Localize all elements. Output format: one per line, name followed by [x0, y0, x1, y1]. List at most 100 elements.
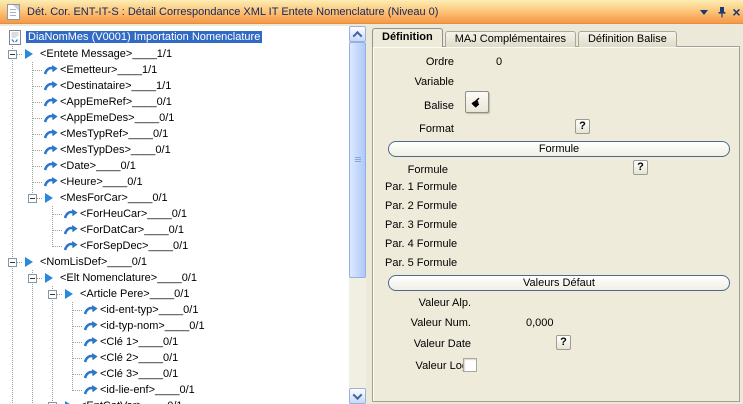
scroll-up-button[interactable] [349, 26, 366, 42]
tree-item-label: <MesTypDes>____0/1 [60, 144, 171, 156]
formule-param-label: Par. 5 Formule [385, 257, 457, 269]
tree-guide-line [12, 206, 13, 222]
chevron-up-icon [353, 30, 363, 40]
tree-scrollbar[interactable] [349, 26, 366, 404]
tab-definition[interactable]: Définition [372, 28, 443, 47]
tree-guide-line [73, 390, 83, 391]
tree-item[interactable]: <Heure>____0/1 [0, 174, 366, 190]
tree-item[interactable]: <id-ent-typ>____0/1 [0, 302, 366, 318]
tree-guide-line [32, 350, 33, 366]
scrollbar-grip-icon [355, 157, 361, 163]
tree-item[interactable]: <Date>____0/1 [0, 158, 366, 174]
node-arrow-icon [44, 176, 58, 188]
tree-item[interactable]: <Elt Nomenclature>____0/1 [0, 270, 366, 286]
tree-item-label: <Entete Message>____1/1 [40, 48, 172, 60]
tree-guide-line [12, 126, 13, 142]
node-arrow-icon [84, 336, 98, 348]
tree-guide-line [52, 334, 53, 350]
node-arrow-icon [44, 80, 58, 92]
tab-definition-balise[interactable]: Définition Balise [578, 31, 677, 47]
tree-item-label: <Clé 3>____0/1 [100, 368, 178, 380]
window-menu-button[interactable] [696, 5, 711, 19]
xml-structure-tree: DiaNomMes (V0001) Importation Nomenclatu… [0, 26, 366, 404]
tab-maj-complementaires[interactable]: MAJ Complémentaires [445, 31, 576, 47]
node-triangle-icon [65, 289, 73, 299]
scroll-down-button[interactable] [349, 388, 366, 404]
window-document-icon [7, 4, 20, 20]
valeur-log-label: Valeur Log. [373, 360, 471, 372]
tree-item-label: <Elt Nomenclature>____0/1 [60, 272, 197, 284]
tree-item[interactable]: <MesTypDes>____0/1 [0, 142, 366, 158]
balise-picker-button[interactable]: ☛ [465, 91, 489, 113]
tree-item[interactable]: <AppEmeDes>____0/1 [0, 110, 366, 126]
tree-item[interactable]: <Clé 3>____0/1 [0, 366, 366, 382]
tree-guide-line [12, 142, 13, 158]
tree-guide-line [12, 94, 13, 110]
tree-guide-line [33, 118, 43, 119]
tree-item[interactable]: <EntCatVar>____0/1 [0, 398, 366, 404]
tree-guide-line [12, 270, 13, 286]
pin-button[interactable] [714, 5, 729, 19]
tree-item[interactable]: DiaNomMes (V0001) Importation Nomenclatu… [0, 30, 366, 46]
tree-item[interactable]: <AppEmeRef>____0/1 [0, 94, 366, 110]
tree-item[interactable]: <Clé 1>____0/1 [0, 334, 366, 350]
tree-item[interactable]: <NomLisDef>____0/1 [0, 254, 366, 270]
close-icon: × [732, 6, 740, 18]
valeur-log-checkbox[interactable] [463, 358, 477, 372]
tree-guide-line [33, 70, 43, 71]
tree-item[interactable]: <MesForCar>____0/1 [0, 190, 366, 206]
tree-guide-line [73, 358, 83, 359]
tree-guide-line [12, 238, 13, 254]
node-arrow-icon [44, 144, 58, 156]
close-button[interactable]: × [729, 5, 743, 19]
tree-guide-line [12, 398, 13, 404]
tree-expander-minus[interactable] [8, 50, 17, 59]
tree-guide-line [12, 334, 13, 350]
tree-guide-line [33, 102, 43, 103]
valeurs-defaut-section-header[interactable]: Valeurs Défaut [388, 275, 730, 291]
valeur-num-value: 0,000 [526, 317, 554, 329]
tree-item[interactable]: <Article Pere>____0/1 [0, 286, 366, 302]
tree-item[interactable]: <id-typ-nom>____0/1 [0, 318, 366, 334]
formule-help-button[interactable]: ? [633, 160, 648, 175]
tree-guide-line [12, 366, 13, 382]
tree-guide-line [12, 62, 13, 78]
tree-item[interactable]: <Clé 2>____0/1 [0, 350, 366, 366]
tree-item[interactable]: <ForSepDec>____0/1 [0, 238, 366, 254]
tree-item[interactable]: <Emetteur>____1/1 [0, 62, 366, 78]
tree-item-label: <id-lie-enf>____0/1 [100, 384, 195, 396]
formule-param-label: Par. 2 Formule [385, 200, 457, 212]
tree-guide-line [12, 158, 13, 174]
tree-guide-line [32, 382, 33, 398]
tree-guide-line [12, 286, 13, 302]
tree-item[interactable]: <id-lie-enf>____0/1 [0, 382, 366, 398]
tree-expander-minus[interactable] [8, 258, 17, 267]
tree-item[interactable]: <ForDatCar>____0/1 [0, 222, 366, 238]
node-arrow-icon [64, 208, 78, 220]
node-arrow-icon [84, 304, 98, 316]
tree-expander-minus[interactable] [48, 290, 57, 299]
xml-document-icon [8, 30, 22, 42]
chevron-down-icon [353, 390, 363, 400]
tree-item-label: <id-ent-typ>____0/1 [100, 304, 198, 316]
tree-guide-line [12, 302, 13, 318]
node-triangle-icon [25, 257, 33, 267]
tree-item[interactable]: <Destinataire>____1/1 [0, 78, 366, 94]
format-help-button[interactable]: ? [575, 119, 590, 134]
node-triangle-icon [45, 273, 53, 283]
tree-item[interactable]: <Entete Message>____1/1 [0, 46, 366, 62]
tree-guide-line [32, 286, 33, 302]
tree-item-label: <NomLisDef>____0/1 [40, 256, 147, 268]
tree-expander-minus[interactable] [28, 194, 37, 203]
tree-item[interactable]: <ForHeuCar>____0/1 [0, 206, 366, 222]
valeur-date-help-button[interactable]: ? [556, 335, 571, 350]
node-arrow-icon [44, 112, 58, 124]
tree-expander-minus[interactable] [28, 274, 37, 283]
tree-guide-line [53, 246, 63, 247]
node-triangle-icon [45, 193, 53, 203]
formule-section-header[interactable]: Formule [388, 141, 730, 157]
scrollbar-thumb[interactable] [349, 42, 366, 278]
ordre-value: 0 [496, 56, 502, 68]
tree-item[interactable]: <MesTypRef>____0/1 [0, 126, 366, 142]
tree-guide-line [33, 134, 43, 135]
